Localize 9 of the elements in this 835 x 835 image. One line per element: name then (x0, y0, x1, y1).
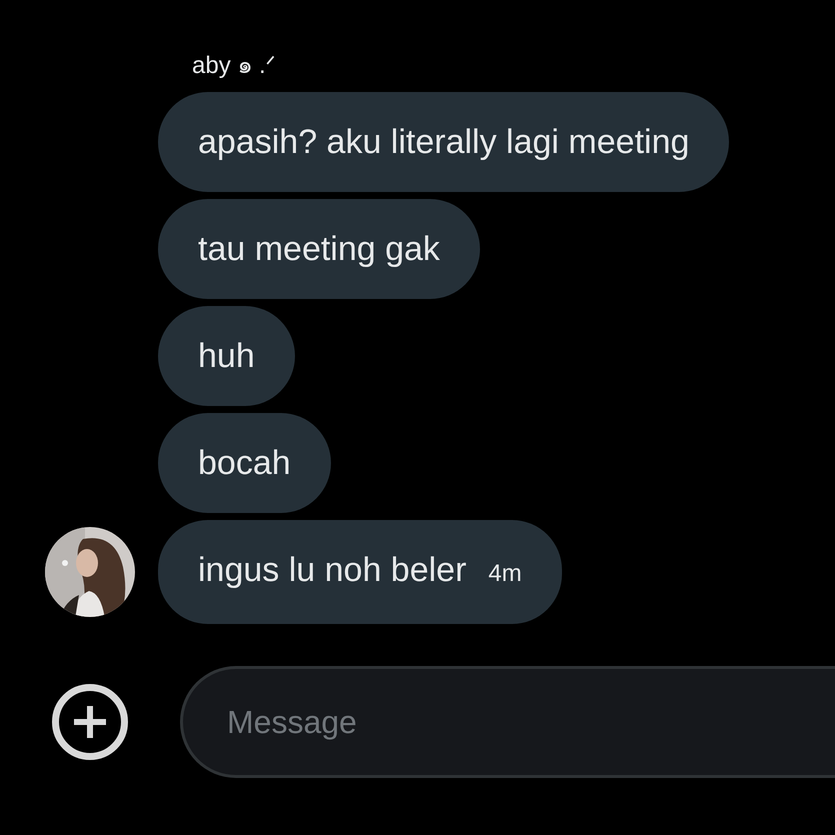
sender-name: aby ๑ .ᐟ (192, 51, 277, 81)
add-button[interactable] (52, 684, 128, 760)
message-text: huh (198, 336, 255, 376)
message-time: 4m (488, 559, 522, 589)
message-field[interactable]: Message (180, 666, 835, 778)
message-text: apasih? aku literally lagi meeting (198, 122, 690, 162)
message-text: tau meeting gak (198, 229, 440, 269)
message-text: bocah (198, 443, 291, 483)
message-text: ingus lu noh beler (198, 550, 466, 590)
